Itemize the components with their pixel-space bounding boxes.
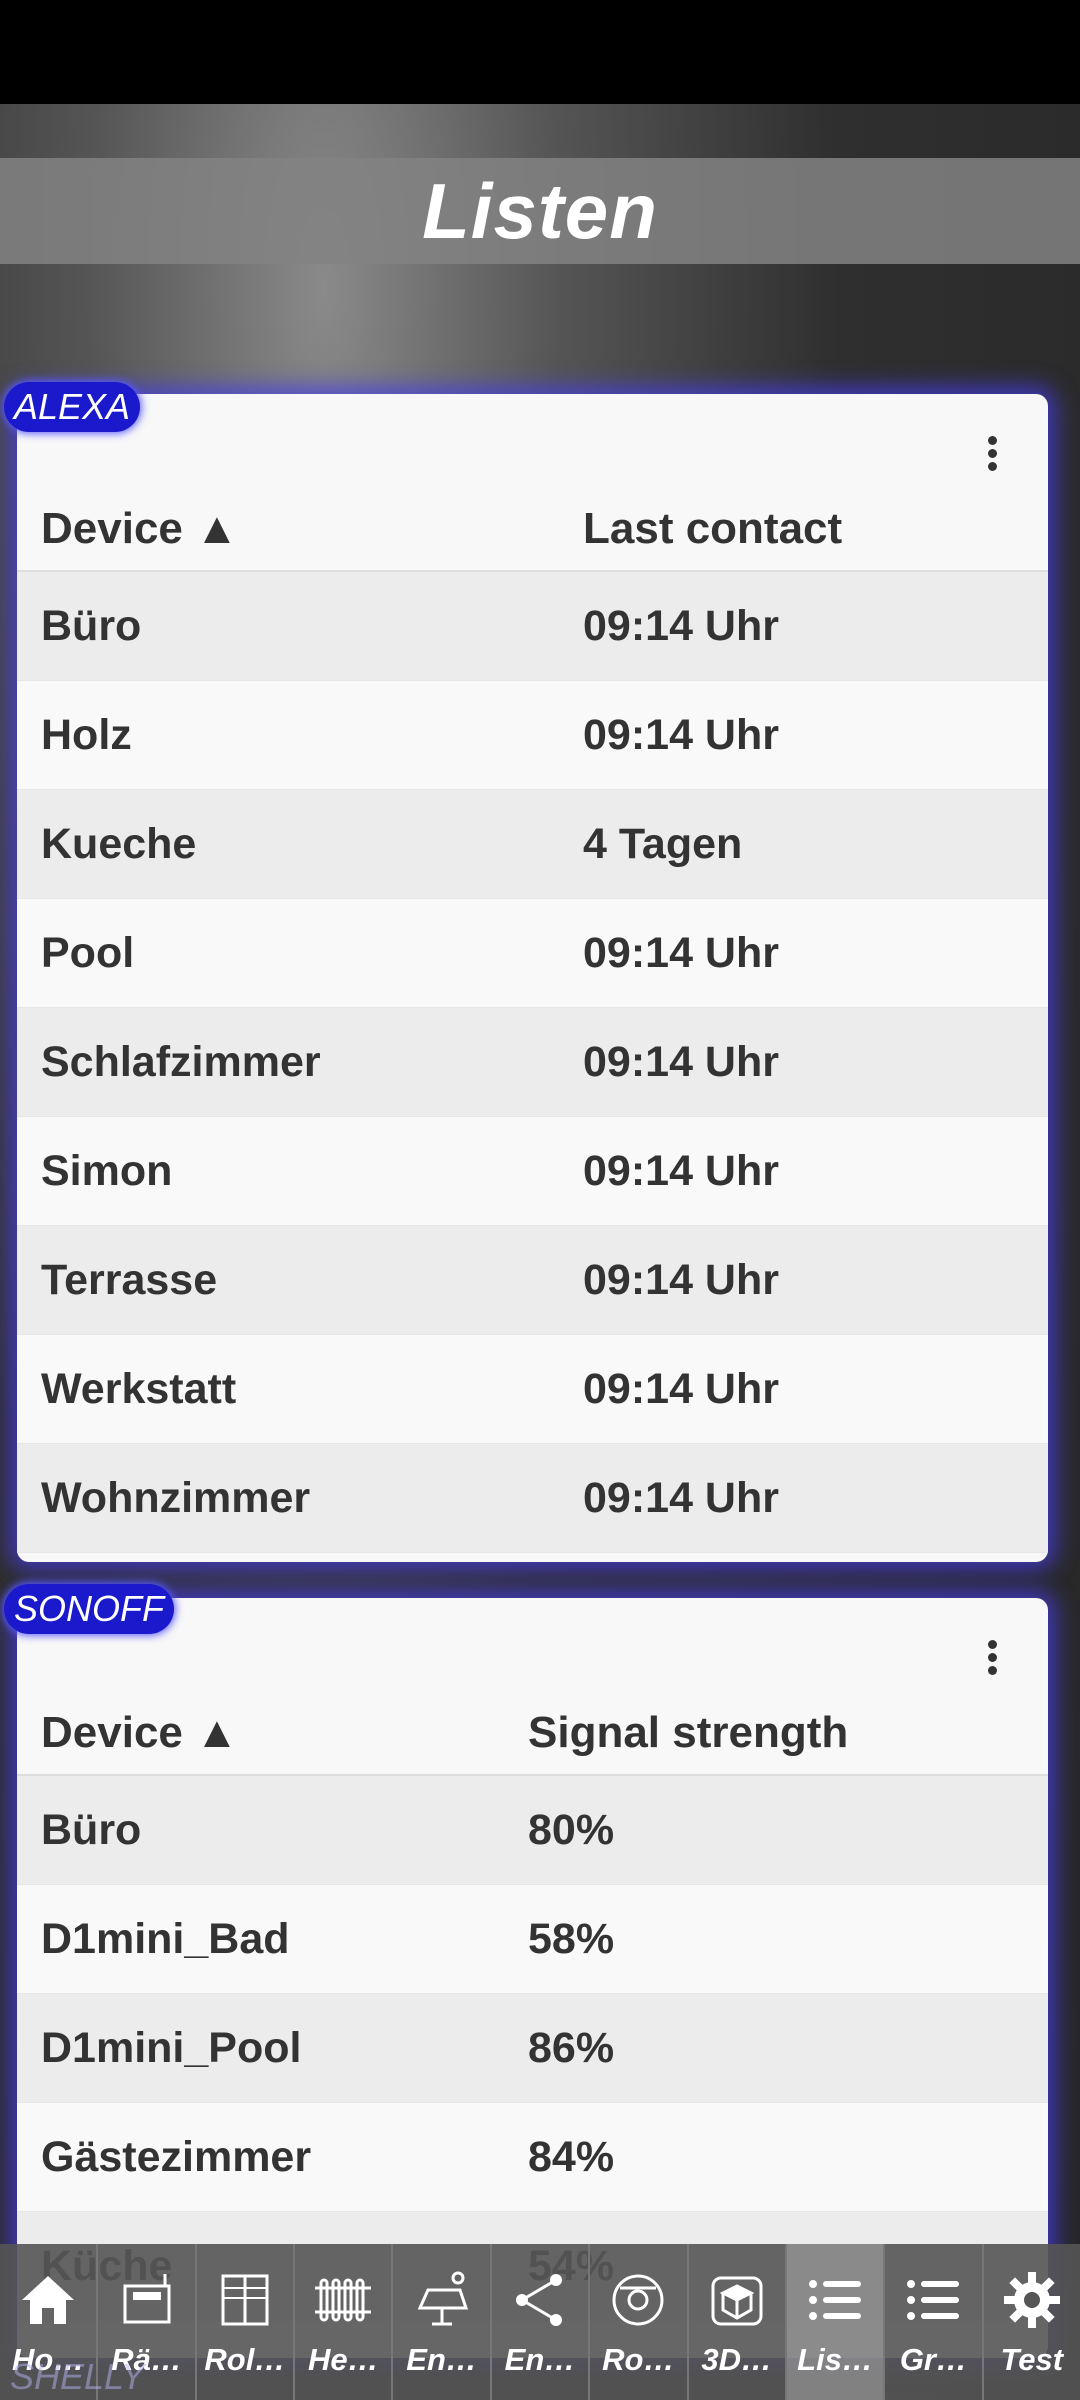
table-header: Device ▲ Signal strength <box>17 1688 1048 1776</box>
device-name: D1mini_Pool <box>41 2024 302 2072</box>
nav-item-5[interactable]: En… <box>492 2244 591 2400</box>
card-tag-sonoff: SONOFF <box>4 1584 174 1634</box>
nav-item-7[interactable]: 3D… <box>689 2244 787 2400</box>
last-contact-value: 09:14 Uhr <box>583 1147 779 1195</box>
gear-icon <box>1003 2272 1060 2328</box>
cube-icon <box>711 2276 763 2326</box>
page-title: Listen <box>422 166 658 255</box>
list-icon <box>907 2280 960 2320</box>
nav-label: En… <box>504 2342 576 2377</box>
last-contact-column-header[interactable]: Last contact <box>583 504 842 554</box>
nav-label: 3D… <box>701 2342 773 2377</box>
home-icon <box>22 2276 75 2324</box>
last-contact-value: 09:14 Uhr <box>583 602 779 650</box>
nav-label: Gr… <box>899 2342 967 2377</box>
signal-strength-column-header[interactable]: Signal strength <box>528 1708 848 1758</box>
device-name: Werkstatt <box>41 1365 237 1413</box>
table-row[interactable]: Gästezimmer 84% <box>17 2103 1048 2212</box>
device-name: Gästezimmer <box>41 2133 312 2181</box>
nav-item-6[interactable]: Ro… <box>590 2244 689 2400</box>
device-column-header[interactable]: Device ▲ <box>41 504 239 554</box>
share-icon <box>515 2274 562 2326</box>
sonoff-table-body: Büro 80% D1mini_Bad 58% D1mini_Pool 86% Gästez… <box>17 1776 1048 2321</box>
nav-item-4[interactable]: En… <box>393 2244 492 2400</box>
status-bar <box>0 0 1080 104</box>
shutter-icon <box>221 2274 269 2326</box>
rooms-icon <box>123 2274 171 2324</box>
signal-strength-value: 84% <box>528 2133 615 2181</box>
last-contact-value: 4 Tagen <box>583 820 743 868</box>
device-name: Pool <box>41 929 135 977</box>
table-row[interactable]: Büro 80% <box>17 1776 1048 1885</box>
table-row[interactable]: Kueche 4 Tagen <box>17 790 1048 899</box>
more-options-icon[interactable] <box>988 1640 998 1676</box>
device-name: Terrasse <box>41 1256 218 1304</box>
table-row[interactable]: Werkstatt 09:14 Uhr <box>17 1335 1048 1444</box>
signal-strength-value: 80% <box>528 1806 615 1854</box>
table-row[interactable]: Schlafzimmer 09:14 Uhr <box>17 1008 1048 1117</box>
last-contact-value: 09:14 Uhr <box>583 1474 779 1522</box>
device-name: Wohnzimmer <box>41 1474 311 1522</box>
table-header: Device ▲ Last contact <box>17 484 1048 572</box>
table-row[interactable]: D1mini_Pool 86% <box>17 1994 1048 2103</box>
table-row[interactable]: Wohnzimmer 09:14 Uhr <box>17 1444 1048 1553</box>
robot-vacuum-icon <box>612 2274 664 2326</box>
nav-label: He… <box>307 2342 379 2377</box>
device-name: Holz <box>41 711 132 759</box>
last-contact-value: 09:14 Uhr <box>583 1365 779 1413</box>
title-bar: Listen <box>0 158 1080 264</box>
nav-label: En… <box>406 2342 477 2377</box>
card-tag-shelly: SHELLY <box>10 2356 145 2397</box>
nav-item-3[interactable]: He… <box>295 2244 394 2400</box>
table-row[interactable]: D1mini_Bad 58% <box>17 1885 1048 1994</box>
table-row[interactable]: Terrasse 09:14 Uhr <box>17 1226 1048 1335</box>
list-icon <box>809 2280 862 2320</box>
last-contact-value: 09:14 Uhr <box>583 1038 779 1086</box>
radiator-icon <box>315 2278 372 2322</box>
device-name: Büro <box>41 602 142 650</box>
table-row[interactable]: Büro 09:14 Uhr <box>17 572 1048 681</box>
nav-label: Test <box>1000 2342 1064 2377</box>
last-contact-value: 09:14 Uhr <box>583 929 779 977</box>
alexa-table-body: Büro 09:14 Uhr Holz 09:14 Uhr Kueche 4 Tagen P… <box>17 572 1048 1553</box>
bottom-navigation: Ho… Rä… Rol… He… En… En… Ro… 3D… Lis… Gr… Test <box>0 2244 1080 2400</box>
device-name: Schlafzimmer <box>41 1038 321 1086</box>
nav-label: Ro… <box>602 2342 675 2377</box>
device-name: Simon <box>41 1147 173 1195</box>
last-contact-value: 09:14 Uhr <box>583 711 779 759</box>
more-options-icon[interactable] <box>988 436 998 472</box>
table-row[interactable]: Simon 09:14 Uhr <box>17 1117 1048 1226</box>
card-tag-alexa: ALEXA <box>4 382 141 432</box>
signal-strength-value: 86% <box>528 2024 615 2072</box>
device-column-header[interactable]: Device ▲ <box>41 1708 239 1758</box>
table-row[interactable]: Pool 09:14 Uhr <box>17 899 1048 1008</box>
table-row[interactable]: Holz 09:14 Uhr <box>17 681 1048 790</box>
signal-strength-value: 58% <box>528 1915 615 1963</box>
last-contact-value: 09:14 Uhr <box>583 1256 779 1304</box>
nav-label: Rol… <box>204 2342 286 2377</box>
alexa-card: Device ▲ Last contact Büro 09:14 Uhr Holz 0… <box>17 394 1048 1562</box>
nav-item-9[interactable]: Gr… <box>885 2244 984 2400</box>
device-name: D1mini_Bad <box>41 1915 290 1963</box>
nav-item-10[interactable]: Test <box>984 2244 1080 2400</box>
device-name: Kueche <box>41 820 197 868</box>
nav-item-2[interactable]: Rol… <box>197 2244 296 2400</box>
nav-item-8[interactable]: Lis… <box>786 2244 886 2400</box>
solar-icon <box>417 2271 468 2326</box>
nav-label: Lis… <box>797 2342 873 2377</box>
device-name: Büro <box>41 1806 142 1854</box>
